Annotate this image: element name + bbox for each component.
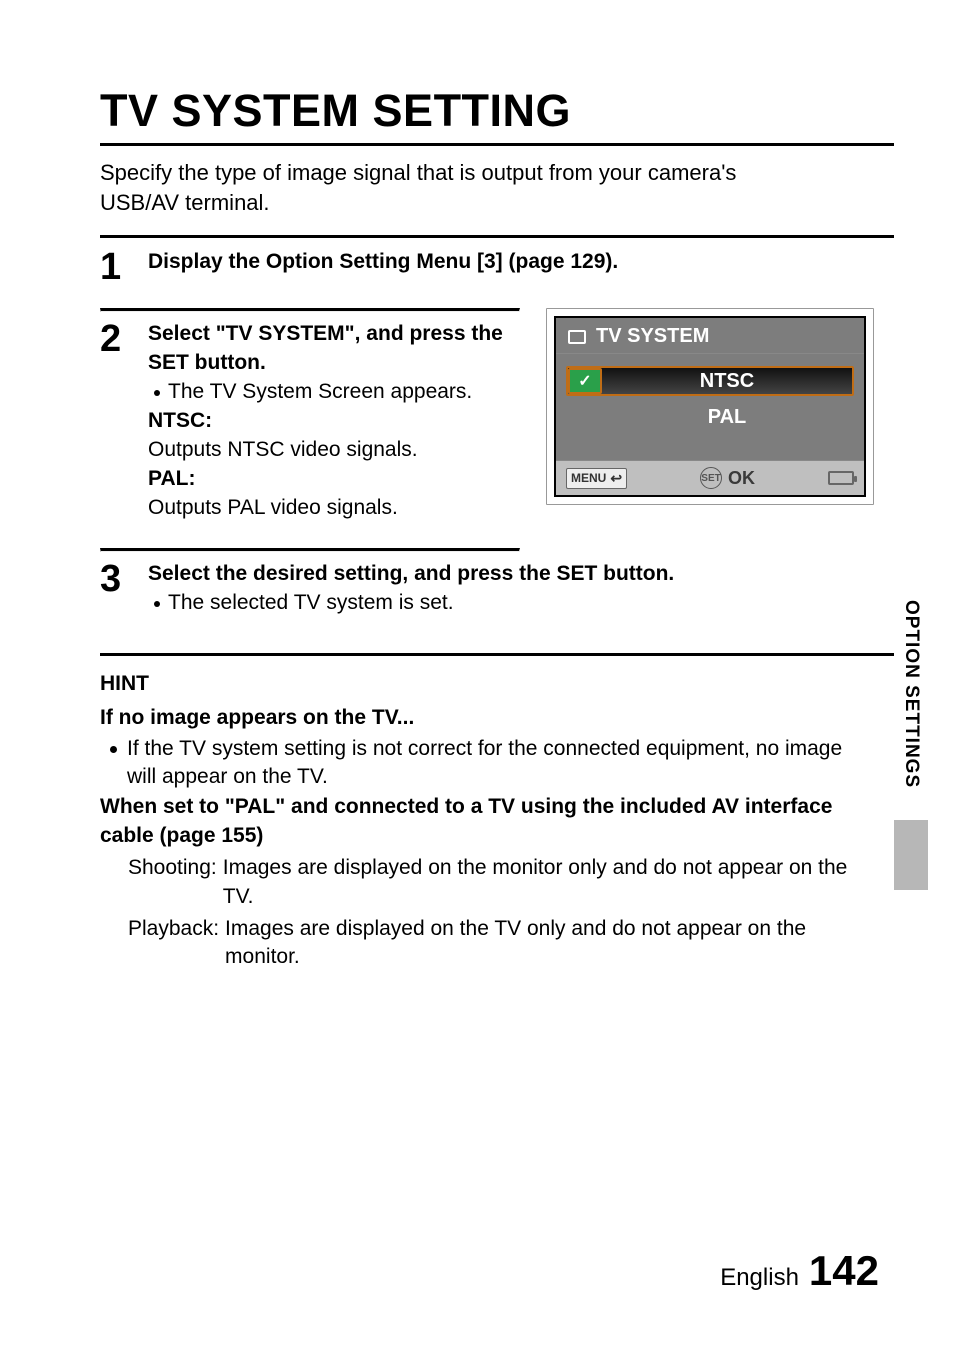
bullet-dot-icon [110,746,117,753]
hint-sub2: When set to "PAL" and connected to a TV … [100,793,859,850]
step-2-head: Select "TV SYSTEM", and press the SET bu… [148,320,520,378]
check-icon: ✓ [568,368,602,394]
ok-indicator[interactable]: SET OK [700,467,755,489]
pal-label: PAL: [148,465,520,494]
step-1-text: Display the Option Setting Menu [3] (pag… [148,248,894,277]
camera-option-pal[interactable]: PAL [566,402,854,432]
set-icon: SET [700,467,722,489]
step-number: 1 [100,248,130,286]
page: TV SYSTEM SETTING Specify the type of im… [0,0,954,1345]
step-3-bullet: The selected TV system is set. [154,589,894,618]
hint-bullet-1: If the TV system setting is not correct … [110,735,859,792]
side-tab-label: OPTION SETTINGS [900,600,922,788]
bullet-dot-icon [154,390,160,396]
step-body: Select "TV SYSTEM", and press the SET bu… [148,320,520,523]
page-title: TV SYSTEM SETTING [100,85,894,137]
step-2-bullet: The TV System Screen appears. [154,378,520,407]
hint-shooting-val: Images are displayed on the monitor only… [223,854,859,911]
step-1: 1 Display the Option Setting Menu [3] (p… [100,248,894,286]
page-footer: English 142 [720,1247,879,1295]
hint-title: HINT [100,670,859,698]
camera-header: TV SYSTEM [556,318,864,354]
divider [100,308,520,312]
hint-playback-key: Playback: [128,915,219,972]
footer-page-number: 142 [809,1247,879,1295]
intro-text: Specify the type of image signal that is… [100,158,894,217]
camera-footer: MENU ↩ SET OK [556,460,864,495]
ntsc-text: Outputs NTSC video signals. [148,436,520,465]
back-arrow-icon: ↩ [610,470,622,487]
divider [100,143,894,146]
hint-playback-val: Images are displayed on the TV only and … [225,915,859,972]
camera-option-ntsc[interactable]: ✓ NTSC [566,366,854,396]
camera-screen: TV SYSTEM ✓ NTSC PAL MENU [546,308,874,505]
menu-text: MENU [571,471,606,485]
step-2-bullet-text: The TV System Screen appears. [168,378,472,407]
hint-shooting-row: Shooting: Images are displayed on the mo… [128,854,859,911]
step-body: Display the Option Setting Menu [3] (pag… [148,248,894,277]
divider [100,235,894,238]
hint-bullet-1-text: If the TV system setting is not correct … [127,735,859,792]
card-icon [568,330,586,344]
camera-option-label: NTSC [602,370,852,393]
hint-playback-row: Playback: Images are displayed on the TV… [128,915,859,972]
step-body: Select the desired setting, and press th… [148,560,894,618]
step-3-head: Select the desired setting, and press th… [148,560,894,589]
step-2-row: 2 Select "TV SYSTEM", and press the SET … [100,308,894,523]
camera-screen-inner: TV SYSTEM ✓ NTSC PAL MENU [554,316,866,497]
menu-back-icon[interactable]: MENU ↩ [566,468,627,489]
side-tab: OPTION SETTINGS [896,600,926,900]
hint-block: HINT If no image appears on the TV... If… [100,653,894,971]
hint-shooting-key: Shooting: [128,854,217,911]
camera-title: TV SYSTEM [596,325,709,348]
footer-language: English [720,1264,799,1292]
battery-icon [828,471,854,485]
ok-text: OK [728,468,755,489]
camera-option-label: PAL [600,406,854,429]
step-number: 2 [100,320,130,358]
step-number: 3 [100,560,130,598]
pal-text: Outputs PAL video signals. [148,494,520,523]
step-3: 3 Select the desired setting, and press … [100,560,894,618]
side-tab-highlight [894,820,928,890]
step-2: 2 Select "TV SYSTEM", and press the SET … [100,320,520,523]
step-3-bullet-text: The selected TV system is set. [168,589,454,618]
bullet-dot-icon [154,601,160,607]
divider [100,548,520,552]
ntsc-label: NTSC: [148,407,520,436]
camera-options: ✓ NTSC PAL [556,354,864,460]
hint-sub1: If no image appears on the TV... [100,704,859,732]
